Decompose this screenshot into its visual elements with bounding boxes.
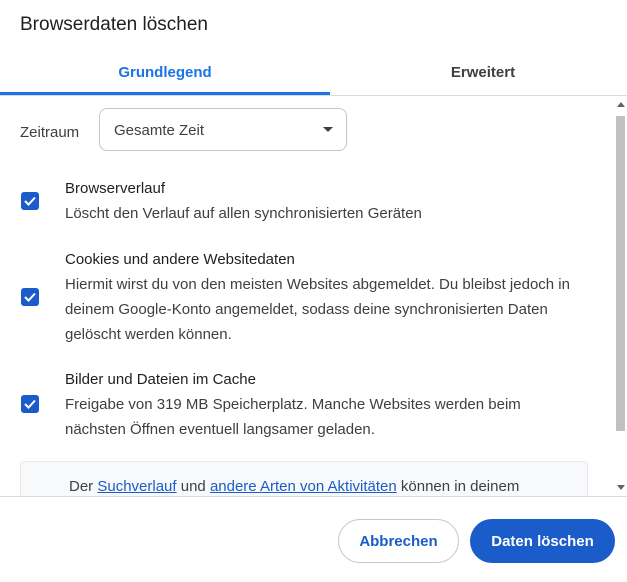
info-box: Der Suchverlauf und andere Arten von Akt… — [20, 461, 588, 496]
checkmark-icon — [24, 399, 36, 409]
scroll-up-arrow-icon[interactable] — [617, 102, 625, 107]
option-title: Bilder und Dateien im Cache — [65, 371, 256, 388]
dialog-footer: Abbrechen Daten löschen — [0, 496, 627, 582]
tab-advanced[interactable]: Erweitert — [330, 52, 627, 92]
option-title: Browserverlauf — [65, 180, 166, 197]
checkmark-icon — [24, 292, 36, 302]
checkbox-browsing-history[interactable] — [21, 192, 39, 210]
time-range-select[interactable]: Gesamte Zeit — [99, 108, 347, 151]
option-title: Cookies und andere Websitedaten — [65, 251, 295, 268]
option-text: Cookies und andere Websitedaten Hiermit … — [65, 247, 585, 347]
info-text: Der Suchverlauf und andere Arten von Akt… — [69, 478, 519, 495]
scroll-down-arrow-icon[interactable] — [617, 485, 625, 490]
info-middle: und — [176, 478, 210, 495]
scrollbar[interactable] — [614, 96, 627, 496]
other-activity-link[interactable]: andere Arten von Aktivitäten — [210, 478, 397, 495]
caret-down-icon — [323, 127, 333, 132]
time-range-label: Zeitraum — [20, 124, 80, 141]
dialog-title: Browserdaten löschen — [20, 14, 208, 35]
delete-data-button[interactable]: Daten löschen — [470, 519, 615, 563]
active-tab-indicator — [0, 92, 330, 95]
tab-basic[interactable]: Grundlegend — [0, 52, 330, 92]
clear-browsing-data-dialog: Browserdaten löschen Grundlegend Erweite… — [0, 0, 627, 582]
option-description: Löscht den Verlauf auf allen synchronisi… — [65, 205, 422, 222]
option-text: Bilder und Dateien im Cache Freigabe von… — [65, 367, 585, 442]
option-description: Hiermit wirst du von den meisten Website… — [65, 276, 570, 343]
time-range-value: Gesamte Zeit — [114, 122, 205, 139]
tab-bar: Grundlegend Erweitert — [0, 52, 627, 96]
checkbox-cookies[interactable] — [21, 288, 39, 306]
checkbox-cache[interactable] — [21, 395, 39, 413]
info-prefix: Der — [69, 478, 98, 495]
option-text: Browserverlauf Löscht den Verlauf auf al… — [65, 176, 585, 226]
checkmark-icon — [24, 196, 36, 206]
info-suffix: können in deinem — [396, 478, 520, 495]
scrollbar-thumb[interactable] — [616, 116, 625, 431]
option-description: Freigabe von 319 MB Speicherplatz. Manch… — [65, 396, 521, 438]
dialog-content: Zeitraum Gesamte Zeit Browserverlauf Lös… — [0, 96, 614, 496]
cancel-button[interactable]: Abbrechen — [338, 519, 459, 563]
search-history-link[interactable]: Suchverlauf — [97, 478, 176, 495]
